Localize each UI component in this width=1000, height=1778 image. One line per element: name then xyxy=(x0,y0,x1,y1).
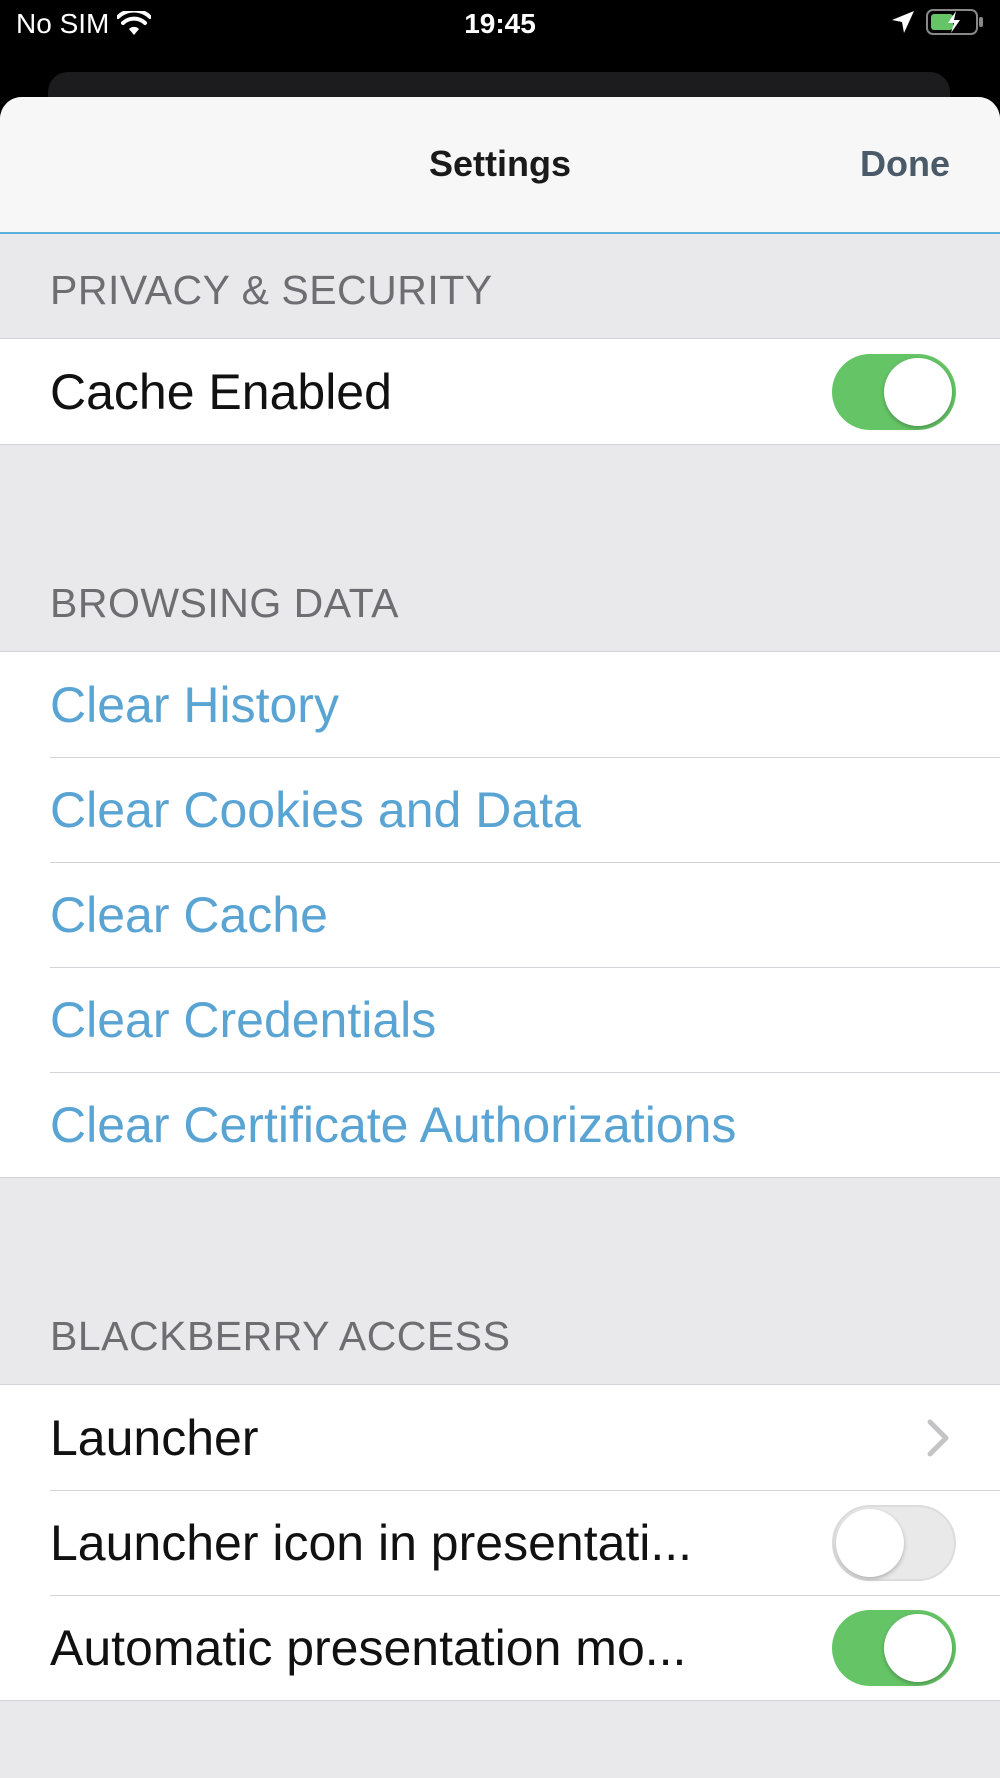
clear-cookies-button[interactable]: Clear Cookies and Data xyxy=(50,781,581,839)
launcher-row[interactable]: Launcher xyxy=(0,1385,1000,1490)
section-header-label: PRIVACY & SECURITY xyxy=(50,267,493,313)
status-right xyxy=(890,8,984,36)
cache-enabled-row: Cache Enabled xyxy=(0,339,1000,444)
done-button[interactable]: Done xyxy=(860,143,950,185)
nav-bar: Settings Done xyxy=(0,97,1000,234)
clear-certificate-authorizations-button[interactable]: Clear Certificate Authorizations xyxy=(50,1096,736,1154)
section-header-privacy: PRIVACY & SECURITY xyxy=(0,234,1000,338)
page-title: Settings xyxy=(428,143,571,184)
clear-history-row[interactable]: Clear History xyxy=(0,652,1000,757)
battery-charging-icon xyxy=(926,9,983,35)
launcher-icon-presentation-toggle[interactable] xyxy=(832,1504,956,1581)
auto-presentation-toggle[interactable] xyxy=(832,1609,956,1686)
blackberry-access-group: Launcher Launcher icon in presentati... … xyxy=(0,1384,1000,1701)
toggle-knob xyxy=(836,1508,904,1577)
auto-presentation-row: Automatic presentation mo... xyxy=(0,1595,1000,1700)
toggle-knob xyxy=(884,1613,952,1682)
browsing-data-group: Clear History Clear Cookies and Data Cle… xyxy=(0,651,1000,1178)
launcher-label: Launcher xyxy=(50,1409,259,1466)
cache-enabled-label: Cache Enabled xyxy=(50,363,392,420)
privacy-group: Cache Enabled xyxy=(0,338,1000,445)
section-header-access: BLACKBERRY ACCESS xyxy=(0,1178,1000,1384)
section-header-label: BLACKBERRY ACCESS xyxy=(50,1313,511,1359)
clear-history-button[interactable]: Clear History xyxy=(50,676,339,734)
clear-cache-button[interactable]: Clear Cache xyxy=(50,886,328,944)
launcher-icon-presentation-label: Launcher icon in presentati... xyxy=(50,1514,693,1571)
status-bar: No SIM 19:45 xyxy=(0,0,1000,50)
launcher-icon-presentation-row: Launcher icon in presentati... xyxy=(0,1490,1000,1595)
location-arrow-icon xyxy=(892,11,914,33)
clear-cache-row[interactable]: Clear Cache xyxy=(0,862,1000,967)
clear-credentials-row[interactable]: Clear Credentials xyxy=(0,967,1000,1072)
settings-sheet: Settings Done PRIVACY & SECURITY Cache E… xyxy=(0,97,1000,1778)
clear-cookies-row[interactable]: Clear Cookies and Data xyxy=(0,757,1000,862)
clear-credentials-button[interactable]: Clear Credentials xyxy=(50,991,436,1049)
clear-certificate-authorizations-row[interactable]: Clear Certificate Authorizations xyxy=(0,1072,1000,1177)
section-header-browsing: BROWSING DATA xyxy=(0,445,1000,651)
section-header-label: BROWSING DATA xyxy=(50,580,399,626)
auto-presentation-label: Automatic presentation mo... xyxy=(50,1619,687,1676)
chevron-right-icon xyxy=(927,1419,949,1456)
toggle-knob xyxy=(884,357,952,426)
status-time: 19:45 xyxy=(464,8,536,39)
cache-enabled-toggle[interactable] xyxy=(832,353,956,430)
